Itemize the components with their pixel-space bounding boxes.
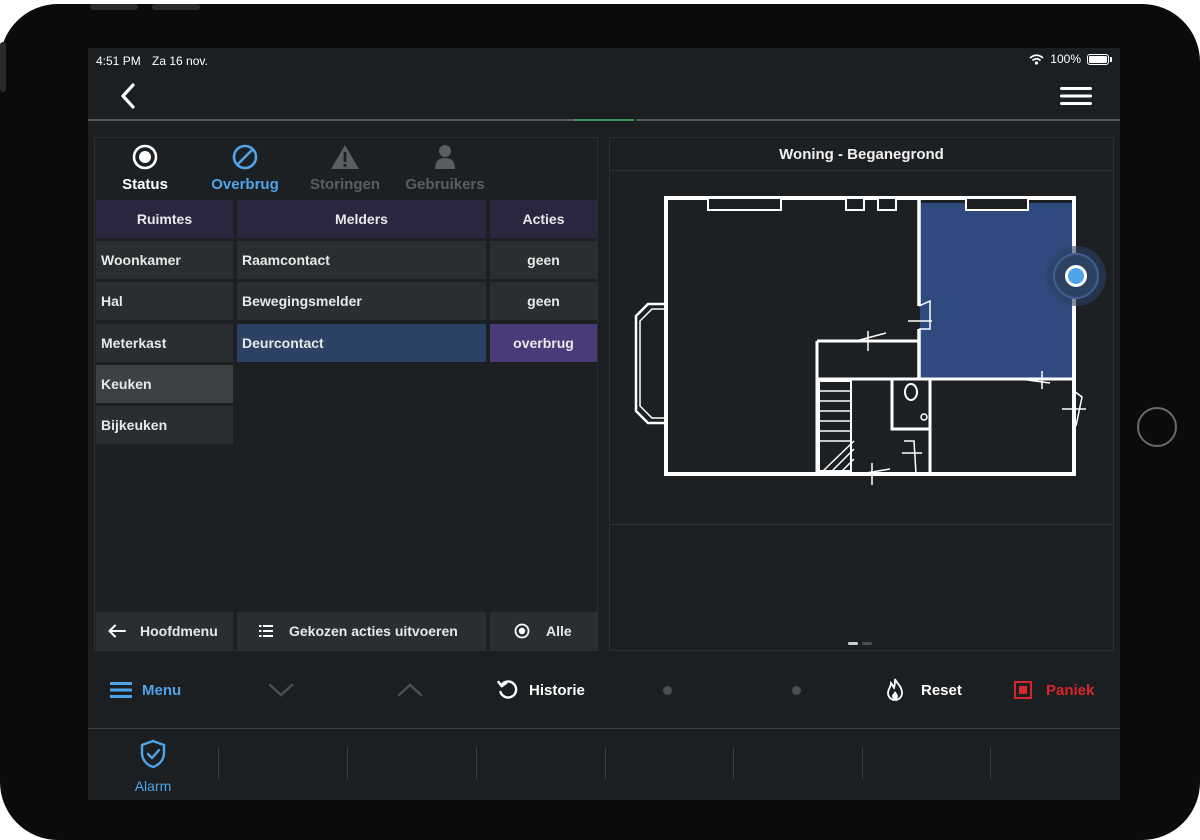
tab-divider [605, 747, 606, 779]
room-item-bijkeuken[interactable]: Bijkeuken [96, 406, 233, 444]
shield-check-icon [140, 739, 166, 769]
detector-deurcontact[interactable]: Deurcontact [237, 324, 486, 362]
battery-indicator: 100% [1029, 52, 1112, 66]
page-dot-active[interactable] [848, 642, 858, 645]
tab-label: Status [122, 176, 168, 193]
status-time: 4:51 PM [96, 54, 141, 68]
status-bar: 4:51 PM Za 16 nov. 100% [88, 48, 1120, 74]
tab-divider [862, 747, 863, 779]
tab-label: Gebruikers [405, 176, 485, 193]
page-indicator [848, 642, 872, 645]
chevron-up-icon [397, 683, 423, 697]
nav-divider [88, 119, 574, 121]
toolbar-placeholder [792, 662, 801, 718]
tab-divider [218, 747, 219, 779]
execute-actions-button[interactable]: Gekozen acties uitvoeren [237, 612, 486, 650]
floorplan-panel: Woning - Beganegrond [609, 137, 1114, 651]
header-acties: Acties [490, 200, 597, 238]
menu-button[interactable]: Menu [110, 662, 181, 718]
warning-icon [331, 145, 359, 169]
toolbar-placeholder [663, 662, 672, 718]
tab-divider [476, 747, 477, 779]
hardware-button [0, 42, 6, 92]
menu-label: Menu [142, 681, 182, 699]
detector-bewegingsmelder[interactable]: Bewegingsmelder [237, 282, 486, 320]
reset-button[interactable]: Reset [885, 662, 962, 718]
tab-gebruikers[interactable]: Gebruikers [395, 142, 495, 193]
tab-storingen[interactable]: Storingen [295, 142, 395, 193]
room-item-meterkast[interactable]: Meterkast [96, 324, 233, 362]
hoofdmenu-label: Hoofdmenu [140, 623, 218, 639]
reset-label: Reset [921, 681, 962, 699]
battery-icon [1087, 53, 1109, 65]
bottom-tab-bar: Alarm [88, 729, 1120, 800]
arrow-left-icon [108, 624, 126, 638]
tab-divider [733, 747, 734, 779]
detector-raamcontact[interactable]: Raamcontact [237, 241, 486, 279]
action-raamcontact[interactable]: geen [490, 241, 597, 279]
tab-divider [347, 747, 348, 779]
screen: 4:51 PM Za 16 nov. 100% Status Overbrug … [88, 48, 1120, 800]
room-item-hal[interactable]: Hal [96, 282, 233, 320]
tab-overbrug[interactable]: Overbrug [195, 142, 295, 193]
page-dot[interactable] [862, 642, 872, 645]
ban-icon [232, 144, 258, 170]
action-deurcontact[interactable]: overbrug [490, 324, 597, 362]
history-icon [497, 680, 518, 699]
nav-progress [574, 119, 634, 121]
status-date: Za 16 nov. [152, 54, 208, 68]
battery-percent: 100% [1050, 52, 1081, 66]
paniek-label: Paniek [1046, 681, 1095, 699]
tab-label: Overbrug [211, 176, 279, 193]
radio-target-icon [132, 144, 158, 170]
menu-icon [110, 682, 132, 698]
placeholder-dot [792, 685, 801, 695]
action-bewegingsmelder[interactable]: geen [490, 282, 597, 320]
tablet-frame: 4:51 PM Za 16 nov. 100% Status Overbrug … [0, 4, 1200, 840]
tab-status[interactable]: Status [95, 142, 195, 193]
tab-divider [990, 747, 991, 779]
hoofdmenu-button[interactable]: Hoofdmenu [96, 612, 233, 650]
paniek-button[interactable]: Paniek [1014, 662, 1094, 718]
header-ruimtes: Ruimtes [96, 200, 233, 238]
battery-tip [1110, 56, 1112, 62]
execute-actions-label: Gekozen acties uitvoeren [289, 623, 458, 639]
detector-panel: Status Overbrug Storingen Gebruikers Rui… [94, 137, 598, 651]
home-button[interactable] [1137, 407, 1177, 447]
historie-label: Historie [529, 681, 585, 699]
tab-alarm[interactable]: Alarm [118, 739, 188, 794]
nav-bar [88, 74, 1120, 118]
back-chevron-icon[interactable] [118, 82, 138, 110]
header-melders: Melders [237, 200, 486, 238]
wifi-icon [1029, 53, 1044, 65]
user-icon [435, 145, 455, 169]
room-item-woonkamer[interactable]: Woonkamer [96, 241, 233, 279]
hardware-button [152, 4, 200, 10]
floorplan-title: Woning - Beganegrond [779, 146, 944, 163]
tab-bar: Status Overbrug Storingen Gebruikers [95, 138, 597, 198]
hardware-button [90, 4, 138, 10]
placeholder-dot [663, 685, 672, 695]
floorplan-map [634, 196, 1106, 485]
panic-square-icon [1014, 681, 1032, 699]
scroll-up-button[interactable] [397, 662, 423, 718]
hamburger-menu-icon[interactable] [1060, 86, 1092, 106]
tab-alarm-label: Alarm [134, 778, 172, 794]
alle-button[interactable]: Alle [490, 612, 597, 650]
radio-target-icon [514, 623, 530, 639]
floorplan-divider [610, 524, 1113, 525]
alle-label: Alle [546, 623, 572, 639]
chevron-down-icon [268, 683, 294, 697]
list-icon [259, 625, 273, 637]
sensor-marker-deurcontact[interactable] [1046, 246, 1106, 306]
historie-button[interactable]: Historie [497, 662, 585, 718]
nav-divider [636, 119, 1120, 121]
action-toolbar: Menu Historie Reset Paniek [88, 662, 1120, 718]
room-item-keuken[interactable]: Keuken [96, 365, 233, 403]
tab-label: Storingen [310, 176, 380, 193]
fire-icon [887, 678, 903, 701]
scroll-down-button[interactable] [268, 662, 294, 718]
